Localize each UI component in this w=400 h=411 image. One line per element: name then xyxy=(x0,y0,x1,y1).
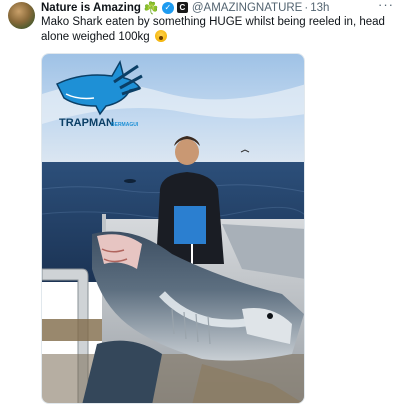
tweet-header: Nature is Amazing ☘️ ✓ C @AMAZINGNATURE … xyxy=(41,0,392,15)
tweet-text: Mako Shark eaten by something HUGE whils… xyxy=(41,15,393,45)
shark-photo: TRAPMAN BERMAGUI xyxy=(42,54,304,403)
astonished-face-emoji xyxy=(154,30,167,42)
logo-subtext: BERMAGUI xyxy=(111,122,139,128)
verified-badge-icon: ✓ xyxy=(161,1,174,14)
affiliate-badge-icon[interactable]: C xyxy=(176,2,188,13)
clover-icon: ☘️ xyxy=(143,0,159,15)
tweet-text-content: Mako Shark eaten by something HUGE whils… xyxy=(41,16,385,43)
author-name[interactable]: Nature is Amazing xyxy=(41,2,141,14)
separator-dot: · xyxy=(304,1,309,14)
author-handle[interactable]: @AMAZINGNATURE xyxy=(192,2,303,14)
tweet-media-photo[interactable]: TRAPMAN BERMAGUI xyxy=(41,53,305,404)
author-avatar[interactable] xyxy=(8,2,35,29)
tweet-timestamp[interactable]: 13h xyxy=(310,2,329,14)
more-icon[interactable]: ··· xyxy=(378,0,394,12)
logo-text: TRAPMAN xyxy=(59,117,114,129)
